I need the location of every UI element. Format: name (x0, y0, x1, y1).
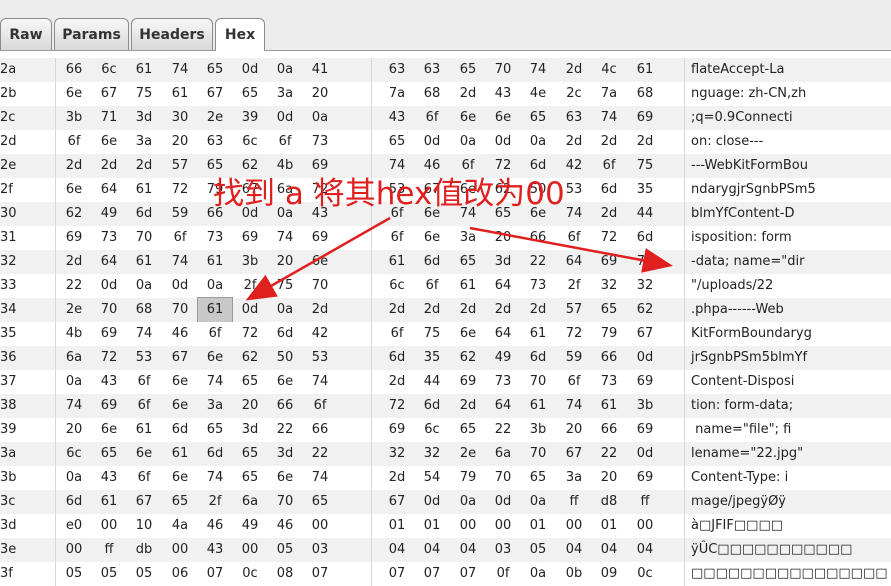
annotation-arrows (245, 216, 673, 301)
arrow-to-ascii-column (469, 226, 673, 273)
arrow-to-selected-byte (245, 216, 391, 301)
annotation-text: 找到 a 将其hex值改为00 (213, 176, 565, 212)
